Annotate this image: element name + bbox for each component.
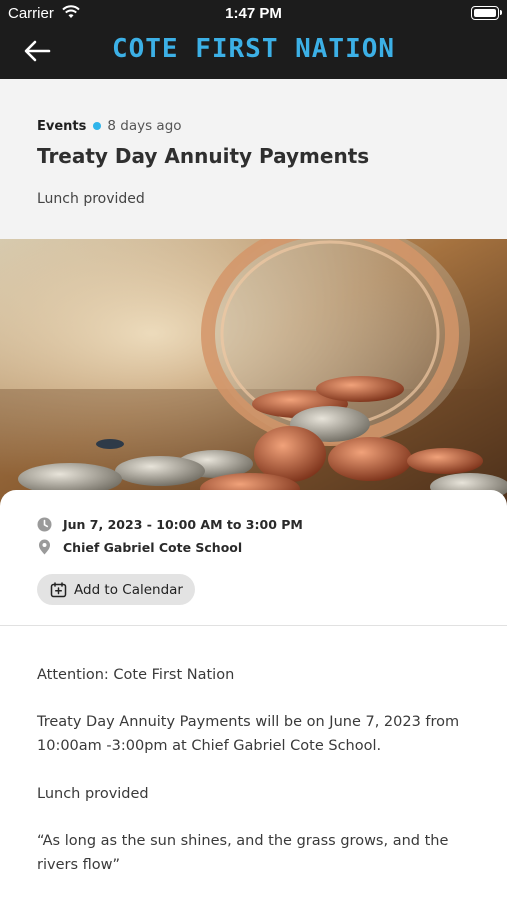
post-subtitle: Lunch provided [37,191,145,207]
clock-icon [37,517,52,532]
event-photo [0,239,507,509]
body-paragraph-3: Lunch provided [37,786,149,802]
app-header: Carrier 1:47 PM COTE FIRST NATION [0,0,507,79]
event-details-card: Jun 7, 2023 - 10:00 AM to 3:00 PM Chief … [0,490,507,900]
event-location-row: Chief Gabriel Cote School [37,539,242,555]
category-label[interactable]: Events [37,119,86,134]
body-paragraph-1: Attention: Cote First Nation [37,667,235,683]
post-header: Events 8 days ago Treaty Day Annuity Pay… [0,79,507,239]
clock: 1:47 PM [225,5,282,22]
separator-dot-icon [93,122,102,130]
event-location: Chief Gabriel Cote School [63,539,243,555]
add-to-calendar-label: Add to Calendar [74,581,183,598]
status-bar: Carrier 1:47 PM [0,0,507,28]
brand-title: COTE FIRST NATION [111,34,396,64]
add-to-calendar-button[interactable]: Add to Calendar [37,574,195,605]
post-age: 8 days ago [107,118,182,134]
body-paragraph-2: Treaty Day Annuity Payments will be on J… [37,714,460,754]
post-title: Treaty Day Annuity Payments [37,144,370,168]
event-datetime: Jun 7, 2023 - 10:00 AM to 3:00 PM [63,517,303,532]
event-datetime-row: Jun 7, 2023 - 10:00 AM to 3:00 PM [37,517,303,532]
battery-icon [471,6,502,20]
location-pin-icon [39,539,50,555]
body-paragraph-4: “As long as the sun shines, and the gras… [37,833,449,873]
post-meta: Events 8 days ago [37,118,182,134]
calendar-plus-icon [50,581,67,597]
divider [0,625,507,626]
